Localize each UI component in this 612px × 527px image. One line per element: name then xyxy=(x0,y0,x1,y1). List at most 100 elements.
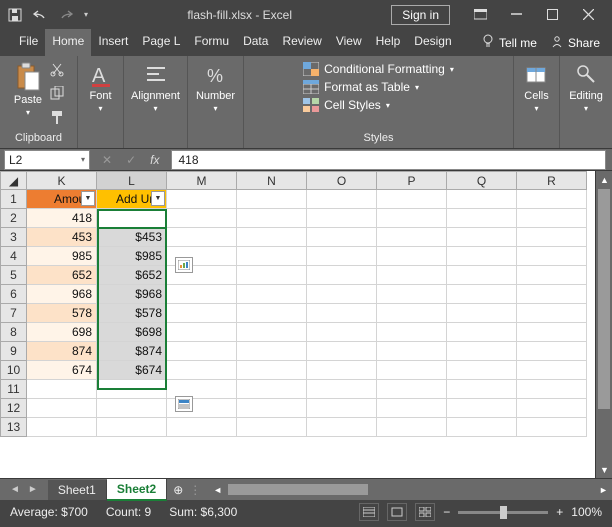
quick-analysis-icon[interactable] xyxy=(175,257,193,273)
cell[interactable]: 874 xyxy=(27,342,97,361)
tab-insert[interactable]: Insert xyxy=(91,29,135,56)
format-painter-icon[interactable] xyxy=(50,110,65,128)
scroll-right-icon[interactable]: ► xyxy=(595,481,612,498)
scroll-thumb[interactable] xyxy=(228,484,368,495)
undo-icon[interactable] xyxy=(32,9,48,21)
cell[interactable]: 578 xyxy=(27,304,97,323)
tab-file[interactable]: File xyxy=(12,29,45,56)
cell[interactable]: 418 xyxy=(27,209,97,228)
col-header[interactable]: R xyxy=(517,172,587,190)
tab-design[interactable]: Design xyxy=(407,29,458,56)
zoom-level[interactable]: 100% xyxy=(571,505,602,519)
col-header[interactable]: Q xyxy=(447,172,517,190)
select-all-corner[interactable]: ◢ xyxy=(1,172,27,190)
save-icon[interactable] xyxy=(8,8,22,22)
number-button[interactable]: % Number ▾ xyxy=(194,60,237,115)
table-header-addunit[interactable]: Add Unit▼ xyxy=(97,190,167,209)
table-header-amount[interactable]: Amoun▼ xyxy=(27,190,97,209)
tab-scroll-left-icon[interactable]: ◄ xyxy=(10,484,20,495)
cell[interactable]: $985 xyxy=(97,247,167,266)
row-header[interactable]: 9 xyxy=(1,342,27,361)
scroll-down-icon[interactable]: ▼ xyxy=(596,461,612,478)
col-header[interactable]: O xyxy=(307,172,377,190)
cell[interactable]: $453 xyxy=(97,228,167,247)
horizontal-scrollbar[interactable]: ◄ ► xyxy=(209,481,612,498)
tab-review[interactable]: Review xyxy=(275,29,328,56)
col-header[interactable]: K xyxy=(27,172,97,190)
spreadsheet-grid[interactable]: ◢ K L M N O P Q R 1 Amoun▼ Add Unit▼ 241… xyxy=(0,171,587,437)
enter-formula-icon[interactable]: ✓ xyxy=(126,153,136,167)
row-header[interactable]: 12 xyxy=(1,399,27,418)
row-header[interactable]: 3 xyxy=(1,228,27,247)
sheet-tab-sheet2[interactable]: Sheet2 xyxy=(107,479,167,501)
row-header[interactable]: 11 xyxy=(1,380,27,399)
normal-view-icon[interactable] xyxy=(359,503,379,521)
cell[interactable]: $652 xyxy=(97,266,167,285)
ribbon-display-icon[interactable] xyxy=(462,3,498,27)
cell[interactable]: 968 xyxy=(27,285,97,304)
row-header[interactable]: 6 xyxy=(1,285,27,304)
font-button[interactable]: A Font ▾ xyxy=(87,60,115,115)
row-header[interactable]: 7 xyxy=(1,304,27,323)
cells-button[interactable]: Cells ▾ xyxy=(522,60,550,115)
page-layout-view-icon[interactable] xyxy=(387,503,407,521)
cell[interactable]: 652 xyxy=(27,266,97,285)
cut-icon[interactable] xyxy=(50,62,65,80)
cell[interactable]: 985 xyxy=(27,247,97,266)
cell[interactable]: 453 xyxy=(27,228,97,247)
tab-data[interactable]: Data xyxy=(236,29,275,56)
zoom-out-button[interactable]: − xyxy=(443,505,450,519)
tell-me-button[interactable]: Tell me xyxy=(482,34,537,51)
tab-home[interactable]: Home xyxy=(45,29,91,56)
filter-icon[interactable]: ▼ xyxy=(81,191,95,206)
cell[interactable]: 698 xyxy=(27,323,97,342)
maximize-button[interactable] xyxy=(534,3,570,27)
new-sheet-button[interactable]: ⊕ xyxy=(167,483,189,497)
tab-help[interactable]: Help xyxy=(369,29,408,56)
format-as-table-button[interactable]: Format as Table▾ xyxy=(303,80,419,94)
row-header[interactable]: 4 xyxy=(1,247,27,266)
copy-icon[interactable] xyxy=(50,86,65,104)
paste-button[interactable]: Paste ▾ xyxy=(12,60,44,119)
row-header[interactable]: 13 xyxy=(1,418,27,437)
conditional-formatting-button[interactable]: Conditional Formatting▾ xyxy=(303,62,454,76)
row-header[interactable]: 1 xyxy=(1,190,27,209)
signin-button[interactable]: Sign in xyxy=(391,5,450,25)
col-header[interactable]: N xyxy=(237,172,307,190)
cell[interactable]: $698 xyxy=(97,323,167,342)
cell-styles-button[interactable]: Cell Styles▾ xyxy=(303,98,390,112)
cell[interactable]: $968 xyxy=(97,285,167,304)
tab-formulas[interactable]: Formu xyxy=(187,29,236,56)
zoom-in-button[interactable]: + xyxy=(556,505,563,519)
scroll-left-icon[interactable]: ◄ xyxy=(209,481,226,498)
row-header[interactable]: 10 xyxy=(1,361,27,380)
minimize-button[interactable] xyxy=(498,3,534,27)
cell[interactable]: $674 xyxy=(97,361,167,380)
redo-icon[interactable] xyxy=(58,9,74,21)
alignment-button[interactable]: Alignment ▾ xyxy=(129,60,182,115)
col-header[interactable]: L xyxy=(97,172,167,190)
editing-button[interactable]: Editing ▾ xyxy=(567,60,605,115)
close-button[interactable] xyxy=(570,3,606,27)
col-header[interactable]: M xyxy=(167,172,237,190)
tab-view[interactable]: View xyxy=(329,29,369,56)
cell[interactable]: 674 xyxy=(27,361,97,380)
col-header[interactable]: P xyxy=(377,172,447,190)
cancel-formula-icon[interactable]: ✕ xyxy=(102,153,112,167)
share-button[interactable]: Share xyxy=(551,35,600,51)
row-header[interactable]: 2 xyxy=(1,209,27,228)
fx-icon[interactable]: fx xyxy=(150,153,159,167)
scroll-up-icon[interactable]: ▲ xyxy=(596,171,612,188)
row-header[interactable]: 5 xyxy=(1,266,27,285)
tab-page-layout[interactable]: Page L xyxy=(135,29,187,56)
cell[interactable]: $578 xyxy=(97,304,167,323)
sheet-tab-sheet1[interactable]: Sheet1 xyxy=(48,480,107,500)
zoom-slider[interactable] xyxy=(458,511,548,514)
cell[interactable]: $418 xyxy=(97,209,167,228)
cell[interactable]: $874 xyxy=(97,342,167,361)
page-break-view-icon[interactable] xyxy=(415,503,435,521)
name-box[interactable]: L2 ▾ xyxy=(4,150,90,170)
formula-bar[interactable]: 418 xyxy=(171,150,606,170)
scroll-thumb[interactable] xyxy=(598,189,610,409)
vertical-scrollbar[interactable]: ▲ ▼ xyxy=(595,171,612,478)
